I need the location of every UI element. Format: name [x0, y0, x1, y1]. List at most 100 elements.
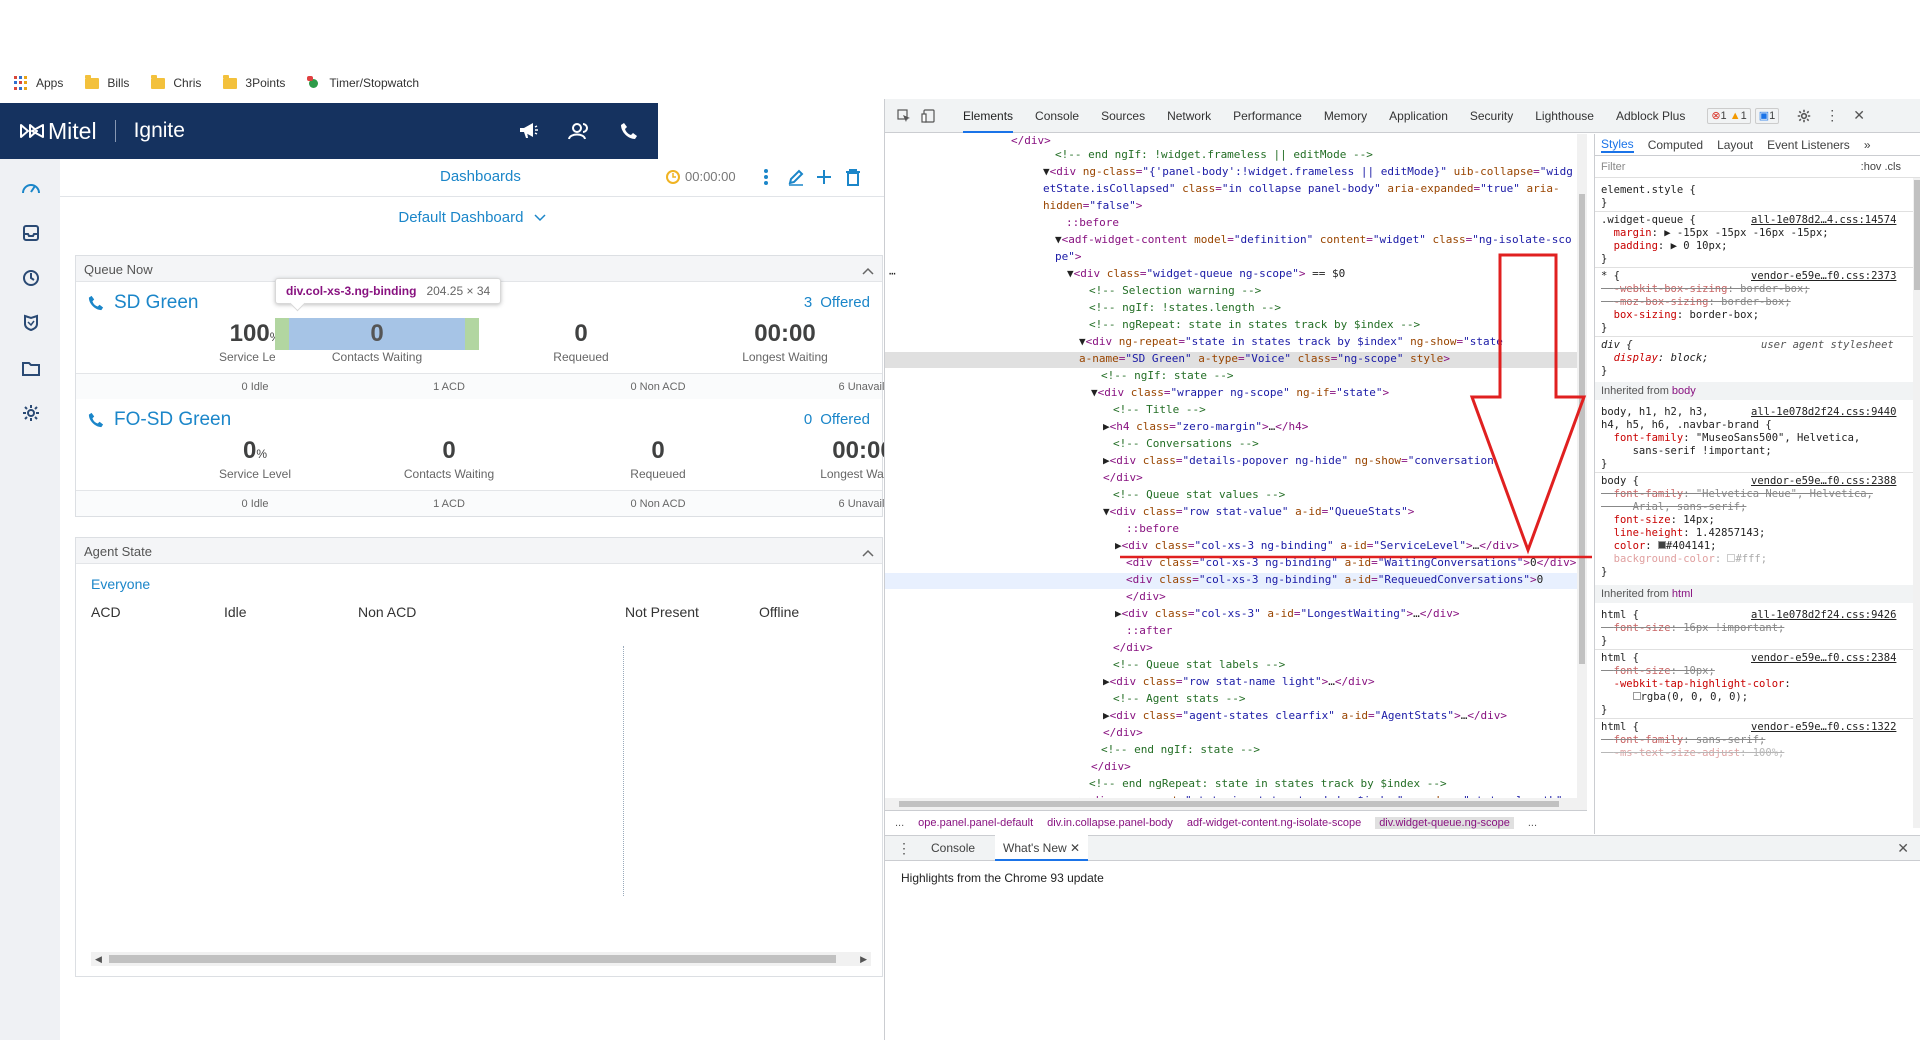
rule-selector: * {vendor-e59e…f0.css:2373: [1601, 270, 1897, 282]
devtools-tab-network[interactable]: Network: [1167, 99, 1211, 133]
brand-name: Mitel: [48, 117, 97, 144]
elements-vertical-scrollbar[interactable]: [1577, 134, 1587, 804]
drawer-tab-console[interactable]: Console: [931, 835, 975, 861]
scrollbar-thumb[interactable]: [1579, 194, 1585, 664]
scrollbar-thumb[interactable]: [899, 801, 1559, 807]
chevron-right-icon[interactable]: »: [1864, 138, 1871, 152]
folder-icon: [85, 74, 100, 89]
phone-icon: [88, 412, 104, 428]
messages-badge[interactable]: ▣ 1: [1754, 107, 1780, 124]
devtools-tab-application[interactable]: Application: [1389, 99, 1448, 133]
breadcrumb-item[interactable]: ...: [1528, 817, 1537, 829]
close-icon[interactable]: ✕: [1070, 841, 1080, 855]
offered-count: 0: [803, 411, 813, 428]
styles-tab-event-listeners[interactable]: Event Listeners: [1767, 138, 1850, 152]
bookmark-label: Timer/Stopwatch: [329, 76, 420, 90]
filter-input[interactable]: Filter: [1601, 161, 1625, 173]
warning-icon: ▲: [1729, 109, 1741, 122]
elements-horizontal-scrollbar[interactable]: [885, 798, 1587, 810]
styles-tab-layout[interactable]: Layout: [1717, 138, 1753, 152]
footer-non-acd: 0 Non ACD: [630, 381, 686, 393]
rule-prop: rgba(0, 0, 0, 0);: [1601, 691, 1748, 704]
devtools-tab-memory[interactable]: Memory: [1324, 99, 1367, 133]
queue-name[interactable]: SD Green: [88, 292, 198, 314]
bookmark-apps[interactable]: Apps: [14, 76, 63, 90]
rule-separator: [1595, 267, 1915, 268]
rule-end: }: [1601, 322, 1608, 334]
stat-label: Contacts Waiting: [403, 467, 495, 481]
devtools-tab-performance[interactable]: Performance: [1233, 99, 1302, 133]
agent-horizontal-scrollbar[interactable]: ◀ ▶: [91, 952, 871, 966]
dashboards-link[interactable]: Dashboards: [440, 168, 521, 185]
bookmark-bills[interactable]: Bills: [85, 74, 129, 90]
scroll-left-arrow-icon[interactable]: ◀: [95, 952, 102, 966]
devtools-tab-sources[interactable]: Sources: [1101, 99, 1145, 133]
scrollbar-thumb[interactable]: [109, 955, 836, 963]
elements-tree[interactable]: </div> <!-- end ngIf: !widget.frameless …: [885, 134, 1587, 804]
scrollbar-thumb[interactable]: [1914, 180, 1920, 290]
styles-tab-styles[interactable]: Styles: [1601, 137, 1634, 153]
stat-label: Requeued: [630, 467, 686, 481]
apps-grid-icon: [14, 76, 28, 90]
filter-options[interactable]: :hov .cls: [1861, 161, 1901, 173]
inbox-icon[interactable]: [20, 222, 42, 244]
breadcrumb-item[interactable]: ...: [895, 817, 904, 829]
stat-requeued: 0 Requeued: [479, 318, 683, 364]
styles-filter[interactable]: Filter :hov .cls: [1595, 156, 1920, 178]
drawer-tab-whats-new[interactable]: What's New ✕: [995, 835, 1089, 861]
inspect-element-icon[interactable]: [897, 108, 911, 123]
folder-icon[interactable]: [20, 357, 42, 379]
chevron-up-icon[interactable]: [862, 545, 874, 560]
more-vertical-icon[interactable]: [754, 165, 778, 189]
phone-icon[interactable]: [620, 122, 638, 140]
devtools-tab-console[interactable]: Console: [1035, 99, 1079, 133]
contacts-icon[interactable]: [568, 122, 590, 140]
rule-selector: h4, h5, h6, .navbar-brand {: [1601, 419, 1772, 431]
bookmark-timer-stopwatch[interactable]: Timer/Stopwatch: [307, 76, 419, 90]
dashboard-selector[interactable]: Default Dashboard: [60, 197, 884, 237]
stat-value: 0: [289, 318, 465, 350]
breadcrumb-item-current[interactable]: div.widget-queue.ng-scope: [1375, 816, 1514, 829]
device-toggle-icon[interactable]: [921, 108, 935, 123]
dashboard-gauge-icon[interactable]: [20, 177, 42, 199]
devtools-tab-adblock-plus[interactable]: Adblock Plus: [1616, 99, 1685, 133]
more-vertical-icon[interactable]: ⋮: [897, 840, 911, 857]
devtools-tab-security[interactable]: Security: [1470, 99, 1513, 133]
gear-icon[interactable]: [20, 402, 42, 424]
megaphone-icon[interactable]: [518, 122, 538, 140]
stat-label: Service Level: [218, 467, 292, 481]
dashboard-name: Default Dashboard: [398, 209, 524, 226]
rule-separator: [1595, 211, 1915, 212]
devtools-tab-lighthouse[interactable]: Lighthouse: [1535, 99, 1594, 133]
whats-new-text: Highlights from the Chrome 93 update: [901, 871, 1104, 885]
bookmark-label: Apps: [36, 76, 64, 90]
trash-icon[interactable]: [841, 165, 865, 189]
chevron-up-icon[interactable]: [862, 263, 874, 278]
more-vertical-icon[interactable]: ⋮: [1825, 107, 1839, 124]
stat-contacts-waiting: 0 Contacts Waiting: [275, 318, 479, 364]
styles-vertical-scrollbar[interactable]: [1913, 178, 1920, 828]
shield-icon[interactable]: [20, 312, 42, 334]
breadcrumb-item[interactable]: ope.panel.panel-default: [918, 817, 1033, 829]
close-icon[interactable]: ✕: [1853, 107, 1865, 124]
history-clock-icon[interactable]: [20, 267, 42, 289]
stat-contacts-waiting: 0 Contacts Waiting: [347, 435, 551, 481]
breadcrumb-item[interactable]: div.in.collapse.panel-body: [1047, 817, 1173, 829]
issues-badge[interactable]: ⊗ 1 ▲ 1: [1707, 107, 1751, 124]
rule-prop: color: #404141;: [1613, 540, 1717, 552]
queue-name[interactable]: FO-SD Green: [88, 409, 231, 431]
close-icon[interactable]: ✕: [1897, 840, 1909, 857]
rule-selector: .widget-queue {all-1e078d2…4.css:14574: [1601, 214, 1897, 226]
add-plus-icon[interactable]: [812, 165, 836, 189]
devtools-tab-elements[interactable]: Elements: [963, 99, 1014, 133]
breadcrumb-item[interactable]: adf-widget-content.ng-isolate-scope: [1187, 817, 1361, 829]
styles-tab-computed[interactable]: Computed: [1648, 138, 1703, 152]
rule-prop: background-color: #fff;: [1613, 553, 1768, 565]
agent-group-everyone[interactable]: Everyone: [91, 576, 150, 592]
scroll-right-arrow-icon[interactable]: ▶: [860, 952, 867, 966]
edit-pencil-icon[interactable]: [784, 165, 808, 189]
bookmark-chris[interactable]: Chris: [151, 74, 201, 90]
settings-gear-icon[interactable]: [1797, 109, 1811, 123]
stat-value: 100: [229, 320, 270, 347]
bookmark-3points[interactable]: 3Points: [223, 74, 285, 90]
